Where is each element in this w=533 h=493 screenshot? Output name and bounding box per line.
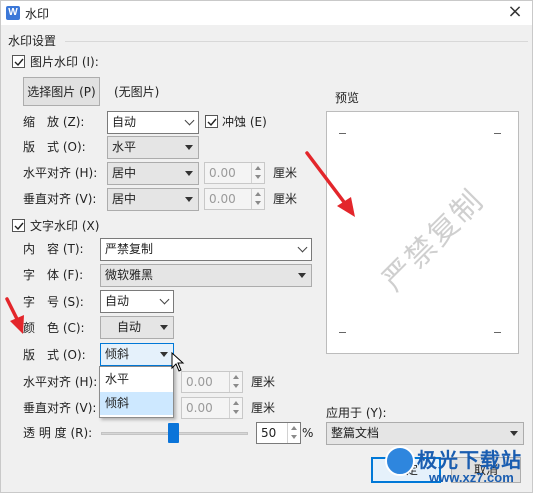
size-value: 自动 bbox=[105, 294, 130, 308]
picture-v-offset-spinner[interactable]: 0.00 bbox=[204, 188, 265, 210]
picture-h-offset-spinner[interactable]: 0.00 bbox=[204, 162, 265, 184]
washout-checkbox[interactable] bbox=[205, 115, 218, 128]
color-value: 自动 bbox=[117, 320, 142, 334]
spin-updown-icon[interactable] bbox=[251, 163, 264, 183]
picture-h-offset-value: 0.00 bbox=[209, 166, 236, 180]
crop-mark-icon bbox=[494, 332, 501, 333]
dropdown-arrow-icon bbox=[293, 265, 311, 286]
no-picture-text: (无图片) bbox=[114, 85, 160, 99]
text-h-offset-spinner[interactable]: 0.00 bbox=[181, 371, 243, 393]
color-label: 颜 色 (C): bbox=[23, 321, 85, 335]
layout-option-diagonal[interactable]: 倾斜 bbox=[100, 392, 173, 415]
picture-layout-label: 版 式 (O): bbox=[23, 140, 86, 154]
font-select[interactable]: 微软雅黑 bbox=[100, 264, 312, 287]
window-title: 水印 bbox=[25, 7, 50, 21]
size-label: 字 号 (S): bbox=[23, 295, 84, 309]
transparency-unit: % bbox=[302, 426, 314, 440]
text-layout-value: 倾斜 bbox=[105, 347, 130, 361]
size-select[interactable]: 自动 bbox=[100, 290, 174, 313]
close-icon[interactable]: × bbox=[502, 1, 528, 25]
transparency-slider-thumb[interactable] bbox=[168, 423, 179, 443]
apply-to-value: 整篇文档 bbox=[331, 426, 380, 440]
picture-h-align-value: 居中 bbox=[112, 166, 137, 180]
mouse-cursor-icon bbox=[171, 352, 185, 372]
ok-button[interactable]: 确定 bbox=[371, 457, 441, 483]
picture-h-unit: 厘米 bbox=[273, 166, 298, 180]
text-v-align-label: 垂直对齐 (V): bbox=[23, 401, 97, 415]
text-layout-select[interactable]: 倾斜 bbox=[100, 343, 174, 366]
annotation-arrow-icon bbox=[5, 297, 24, 334]
apply-to-select[interactable]: 整篇文档 bbox=[326, 422, 524, 445]
text-h-align-label: 水平对齐 (H): bbox=[23, 375, 98, 389]
picture-h-align-label: 水平对齐 (H): bbox=[23, 166, 98, 180]
apply-to-label: 应用于 (Y): bbox=[326, 406, 387, 420]
picture-layout-select[interactable]: 水平 bbox=[107, 136, 199, 159]
picture-layout-value: 水平 bbox=[112, 140, 137, 154]
text-h-unit: 厘米 bbox=[251, 375, 276, 389]
text-v-offset-spinner[interactable]: 0.00 bbox=[181, 397, 243, 419]
preview-label: 预览 bbox=[335, 91, 360, 105]
scale-label: 缩 放 (Z): bbox=[23, 115, 85, 129]
transparency-value: 50 bbox=[261, 426, 277, 440]
layout-dropdown-list: 水平 倾斜 bbox=[99, 366, 174, 418]
text-watermark-label: 文字水印 (X) bbox=[30, 219, 100, 233]
picture-h-align-select[interactable]: 居中 bbox=[107, 162, 199, 185]
wps-writer-icon: W bbox=[6, 6, 20, 20]
chevron-down-icon bbox=[297, 242, 308, 253]
text-v-offset-value: 0.00 bbox=[186, 401, 213, 415]
font-value: 微软雅黑 bbox=[105, 268, 154, 282]
preview-pane: 严禁复制 bbox=[326, 111, 519, 354]
spin-updown-icon[interactable] bbox=[251, 189, 264, 209]
choose-picture-button[interactable]: 选择图片 (P) bbox=[23, 77, 100, 106]
picture-v-align-label: 垂直对齐 (V): bbox=[23, 192, 97, 206]
watermark-dialog: W 水印 × 水印设置 图片水印 (I): 选择图片 (P) (无图片) 缩 放… bbox=[0, 0, 533, 493]
layout-option-horizontal[interactable]: 水平 bbox=[100, 368, 173, 391]
spin-updown-icon[interactable] bbox=[287, 423, 300, 443]
picture-v-align-select[interactable]: 居中 bbox=[107, 188, 199, 211]
text-watermark-checkbox[interactable] bbox=[12, 219, 25, 232]
crop-mark-icon bbox=[494, 133, 501, 134]
spin-updown-icon[interactable] bbox=[229, 372, 242, 392]
text-layout-label: 版 式 (O): bbox=[23, 348, 86, 362]
text-v-unit: 厘米 bbox=[251, 401, 276, 415]
crop-mark-icon bbox=[339, 332, 346, 333]
picture-v-offset-value: 0.00 bbox=[209, 192, 236, 206]
font-label: 字 体 (F): bbox=[23, 268, 84, 282]
picture-v-align-value: 居中 bbox=[112, 192, 137, 206]
transparency-spinner[interactable]: 50 bbox=[256, 422, 301, 444]
washout-label: 冲蚀 (E) bbox=[222, 115, 267, 129]
scale-select[interactable]: 自动 bbox=[107, 111, 199, 134]
chevron-down-icon bbox=[159, 294, 170, 305]
dropdown-arrow-icon bbox=[155, 317, 173, 338]
title-bar: W 水印 × bbox=[1, 1, 532, 25]
dropdown-arrow-icon bbox=[180, 137, 198, 158]
content-value: 严禁复制 bbox=[105, 242, 154, 256]
content-label: 内 容 (T): bbox=[23, 242, 84, 256]
section-divider bbox=[65, 41, 528, 42]
scale-value: 自动 bbox=[112, 115, 137, 129]
crop-mark-icon bbox=[339, 133, 346, 134]
color-select[interactable]: 自动 bbox=[100, 316, 174, 339]
preview-watermark-text: 严禁复制 bbox=[375, 182, 492, 299]
cancel-button[interactable]: 取消 bbox=[451, 457, 521, 483]
transparency-label: 透 明 度 (R): bbox=[23, 426, 93, 440]
dropdown-arrow-icon bbox=[180, 163, 198, 184]
picture-v-unit: 厘米 bbox=[273, 192, 298, 206]
section-title: 水印设置 bbox=[8, 34, 57, 48]
spin-updown-icon[interactable] bbox=[229, 398, 242, 418]
dropdown-arrow-icon bbox=[505, 423, 523, 444]
picture-watermark-checkbox[interactable] bbox=[12, 55, 25, 68]
picture-watermark-label: 图片水印 (I): bbox=[30, 55, 99, 69]
content-select[interactable]: 严禁复制 bbox=[100, 238, 312, 261]
text-h-offset-value: 0.00 bbox=[186, 375, 213, 389]
dropdown-arrow-icon bbox=[180, 189, 198, 210]
chevron-down-icon bbox=[184, 115, 195, 126]
